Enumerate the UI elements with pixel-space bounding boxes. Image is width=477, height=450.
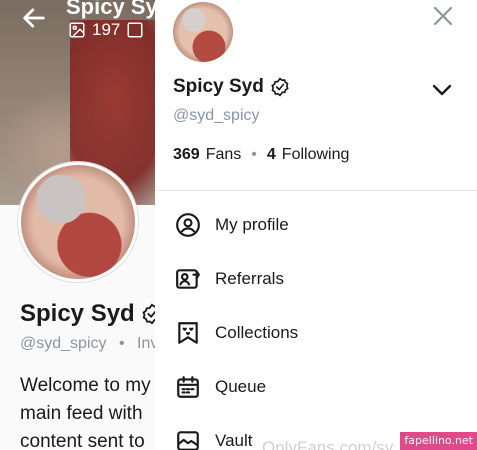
- vault-icon: [175, 428, 201, 450]
- menu-item-referrals[interactable]: Referrals: [155, 252, 477, 306]
- profile-handle: @syd_spicy • Inv: [20, 335, 159, 352]
- profile-avatar[interactable]: [18, 162, 138, 282]
- account-drawer: Spicy Syd @syd_spicy 369 Fans • 4 Follow…: [155, 0, 477, 450]
- video-icon: [127, 22, 143, 38]
- profile-name: Spicy Syd: [20, 300, 163, 328]
- menu-item-label: Referrals: [215, 269, 284, 288]
- drawer-profile-name: Spicy Syd: [173, 76, 290, 98]
- image-icon: [69, 22, 85, 38]
- menu-item-label: My profile: [215, 215, 289, 234]
- user-circle-icon: [175, 212, 201, 238]
- close-icon[interactable]: [431, 4, 455, 28]
- following-label[interactable]: Following: [282, 146, 350, 164]
- fans-label[interactable]: Fans: [206, 146, 242, 164]
- drawer-avatar[interactable]: [173, 2, 233, 62]
- back-arrow-icon[interactable]: [20, 4, 48, 32]
- cover-profile-name: Spicy Sy: [66, 0, 158, 19]
- menu-item-my-profile[interactable]: My profile: [155, 198, 477, 252]
- following-count[interactable]: 4: [267, 146, 276, 164]
- menu-item-queue[interactable]: Queue: [155, 360, 477, 414]
- menu-item-label: Collections: [215, 323, 299, 342]
- menu-item-collections[interactable]: Collections: [155, 306, 477, 360]
- cover-media-stats: 197: [68, 20, 144, 40]
- collections-icon: [175, 320, 201, 346]
- watermark-badge: fapellino.net: [400, 432, 477, 450]
- divider: [155, 190, 477, 191]
- follow-stats: 369 Fans • 4 Following: [173, 146, 350, 164]
- profile-bio: Welcome to my main feed with content sen…: [20, 375, 151, 450]
- menu-item-label: Queue: [215, 377, 267, 396]
- menu-item-label: Vault: [215, 431, 253, 450]
- calendar-icon: [175, 374, 201, 400]
- drawer-menu: My profile Referrals Collections Queue V…: [155, 198, 477, 450]
- media-count: 197: [92, 20, 121, 39]
- drawer-profile-handle: @syd_spicy: [173, 107, 260, 124]
- verified-badge-icon: [271, 77, 289, 97]
- chevron-down-icon[interactable]: [431, 82, 453, 98]
- fans-count[interactable]: 369: [173, 146, 200, 164]
- faint-watermark: OnlyFans.com/sy: [262, 438, 394, 450]
- referrals-icon: [175, 266, 201, 292]
